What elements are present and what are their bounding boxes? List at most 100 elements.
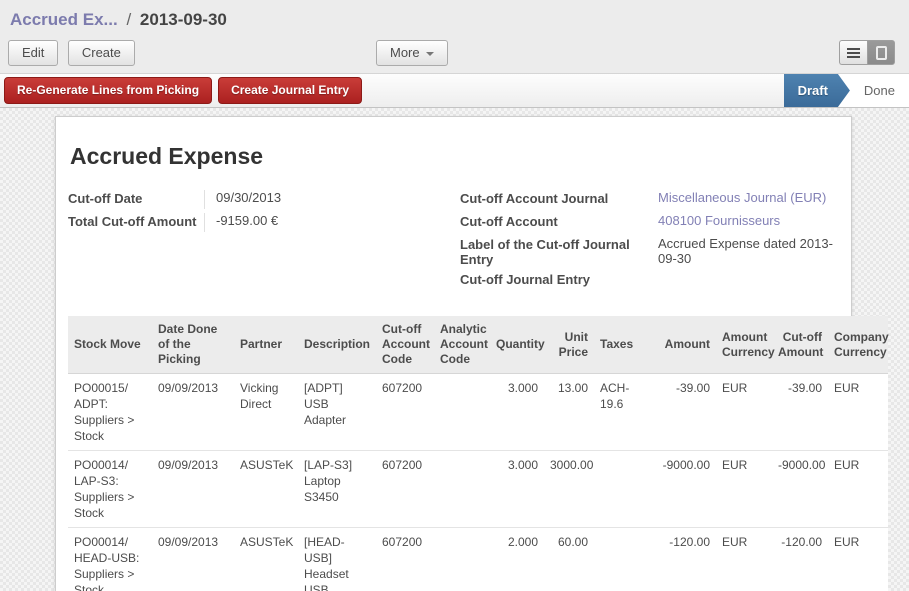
breadcrumb-parent-link[interactable]: Accrued Ex...	[10, 10, 118, 29]
field-value: 09/30/2013	[204, 190, 374, 209]
status-state-draft: Draft	[784, 74, 850, 107]
table-row[interactable]: PO00015/ ADPT: Suppliers > Stock09/09/20…	[68, 374, 888, 451]
toolbar: Edit Create More	[8, 40, 901, 73]
table-cell	[434, 528, 490, 591]
table-cell: -120.00	[654, 528, 716, 591]
column-header[interactable]: Taxes	[594, 316, 654, 374]
column-header[interactable]: Unit Price	[544, 316, 594, 374]
table-cell: 60.00	[544, 528, 594, 591]
form-background: Accrued Expense Cut-off Date09/30/2013 To…	[0, 108, 909, 591]
chevron-down-icon	[426, 52, 434, 56]
page-title: Accrued Expense	[70, 143, 851, 170]
form-sheet: Accrued Expense Cut-off Date09/30/2013 To…	[55, 116, 852, 591]
table-cell	[594, 528, 654, 591]
column-header[interactable]: Analytic Account Code	[434, 316, 490, 374]
form-field-row: Cut-off Journal Entry	[460, 271, 851, 290]
table-cell: ASUSTeK	[234, 528, 298, 591]
field-value-link[interactable]: 408100 Fournisseurs	[658, 213, 843, 232]
table-cell: 09/09/2013	[152, 528, 234, 591]
table-cell: -9000.00	[654, 451, 716, 528]
column-header[interactable]: Amount	[654, 316, 716, 374]
table-cell: 3.000	[490, 451, 544, 528]
table-cell: EUR	[828, 528, 888, 591]
table-cell	[434, 374, 490, 451]
field-value: Accrued Expense dated 2013-09-30	[658, 236, 843, 267]
form-field-row: Cut-off Account408100 Fournisseurs	[460, 213, 851, 232]
table-cell: EUR	[828, 451, 888, 528]
table-cell: [LAP-S3] Laptop S3450	[298, 451, 376, 528]
table-cell: PO00015/ ADPT: Suppliers > Stock	[68, 374, 152, 451]
table-cell: [HEAD-USB] Headset USB	[298, 528, 376, 591]
list-view-button[interactable]	[839, 40, 867, 65]
form-field-row: Total Cut-off Amount-9159.00 €	[68, 213, 460, 232]
field-value	[658, 271, 843, 290]
form-field-row: Cut-off Date09/30/2013	[68, 190, 460, 209]
form-field-row: Label of the Cut-off Journal EntryAccrue…	[460, 236, 851, 267]
edit-button[interactable]: Edit	[8, 40, 58, 66]
more-button-label: More	[390, 45, 420, 60]
column-header[interactable]: Company Currency	[828, 316, 888, 374]
form-view-button[interactable]	[867, 40, 895, 65]
field-label: Cut-off Account Journal	[460, 190, 658, 209]
table-cell: EUR	[828, 374, 888, 451]
create-button[interactable]: Create	[68, 40, 135, 66]
column-header[interactable]: Stock Move	[68, 316, 152, 374]
field-label: Total Cut-off Amount	[68, 213, 204, 232]
create-journal-entry-button[interactable]: Create Journal Entry	[218, 77, 362, 104]
form-view-icon	[876, 46, 887, 60]
column-header[interactable]: Date Done of the Picking	[152, 316, 234, 374]
field-groups: Cut-off Date09/30/2013 Total Cut-off Amou…	[68, 190, 851, 294]
table-cell: 3.000	[490, 374, 544, 451]
table-cell: -9000.00	[772, 451, 828, 528]
table-cell: 2.000	[490, 528, 544, 591]
table-cell: 09/09/2013	[152, 451, 234, 528]
table-cell: [ADPT] USB Adapter	[298, 374, 376, 451]
table-cell: EUR	[716, 374, 772, 451]
table-cell: -39.00	[772, 374, 828, 451]
breadcrumb-current: 2013-09-30	[140, 10, 227, 29]
list-view-icon	[847, 48, 860, 50]
field-value: -9159.00 €	[204, 213, 374, 232]
column-header[interactable]: Partner	[234, 316, 298, 374]
table-cell: ACH-19.6	[594, 374, 654, 451]
table-cell: PO00014/ HEAD-USB: Suppliers > Stock	[68, 528, 152, 591]
column-header[interactable]: Amount Currency	[716, 316, 772, 374]
table-cell: 3000.00	[544, 451, 594, 528]
status-states: Draft Done	[784, 74, 909, 107]
table-cell: -120.00	[772, 528, 828, 591]
table-cell: -39.00	[654, 374, 716, 451]
field-label: Label of the Cut-off Journal Entry	[460, 236, 658, 267]
statusbar: Re-Generate Lines from Picking Create Jo…	[0, 73, 909, 108]
table-cell: ASUSTeK	[234, 451, 298, 528]
table-cell: 13.00	[544, 374, 594, 451]
column-header[interactable]: Cut-off Amount	[772, 316, 828, 374]
table-row[interactable]: PO00014/ HEAD-USB: Suppliers > Stock09/0…	[68, 528, 888, 591]
table-cell: 09/09/2013	[152, 374, 234, 451]
lines-table: Stock MoveDate Done of the PickingPartne…	[68, 316, 888, 591]
view-switcher	[839, 40, 895, 65]
field-group-left: Cut-off Date09/30/2013 Total Cut-off Amou…	[68, 190, 460, 294]
column-header[interactable]: Quantity	[490, 316, 544, 374]
field-label: Cut-off Journal Entry	[460, 271, 658, 290]
lines-table-container: Stock MoveDate Done of the PickingPartne…	[68, 316, 890, 591]
regenerate-lines-button[interactable]: Re-Generate Lines from Picking	[4, 77, 212, 104]
table-cell: 607200	[376, 528, 434, 591]
table-cell: 607200	[376, 451, 434, 528]
more-button[interactable]: More	[376, 40, 448, 66]
table-cell: EUR	[716, 451, 772, 528]
field-value-link[interactable]: Miscellaneous Journal (EUR)	[658, 190, 843, 209]
column-header[interactable]: Description	[298, 316, 376, 374]
table-row[interactable]: PO00014/ LAP-S3: Suppliers > Stock09/09/…	[68, 451, 888, 528]
breadcrumb: Accrued Ex... / 2013-09-30	[10, 10, 901, 30]
table-cell: Vicking Direct	[234, 374, 298, 451]
table-cell	[434, 451, 490, 528]
top-header: Accrued Ex... / 2013-09-30 Edit Create M…	[0, 0, 909, 73]
form-field-row: Cut-off Account JournalMiscellaneous Jou…	[460, 190, 851, 209]
field-group-right: Cut-off Account JournalMiscellaneous Jou…	[460, 190, 851, 294]
column-header[interactable]: Cut-off Account Code	[376, 316, 434, 374]
table-cell: PO00014/ LAP-S3: Suppliers > Stock	[68, 451, 152, 528]
table-cell	[594, 451, 654, 528]
status-state-done: Done	[850, 74, 909, 107]
breadcrumb-separator: /	[126, 10, 131, 29]
table-cell: 607200	[376, 374, 434, 451]
